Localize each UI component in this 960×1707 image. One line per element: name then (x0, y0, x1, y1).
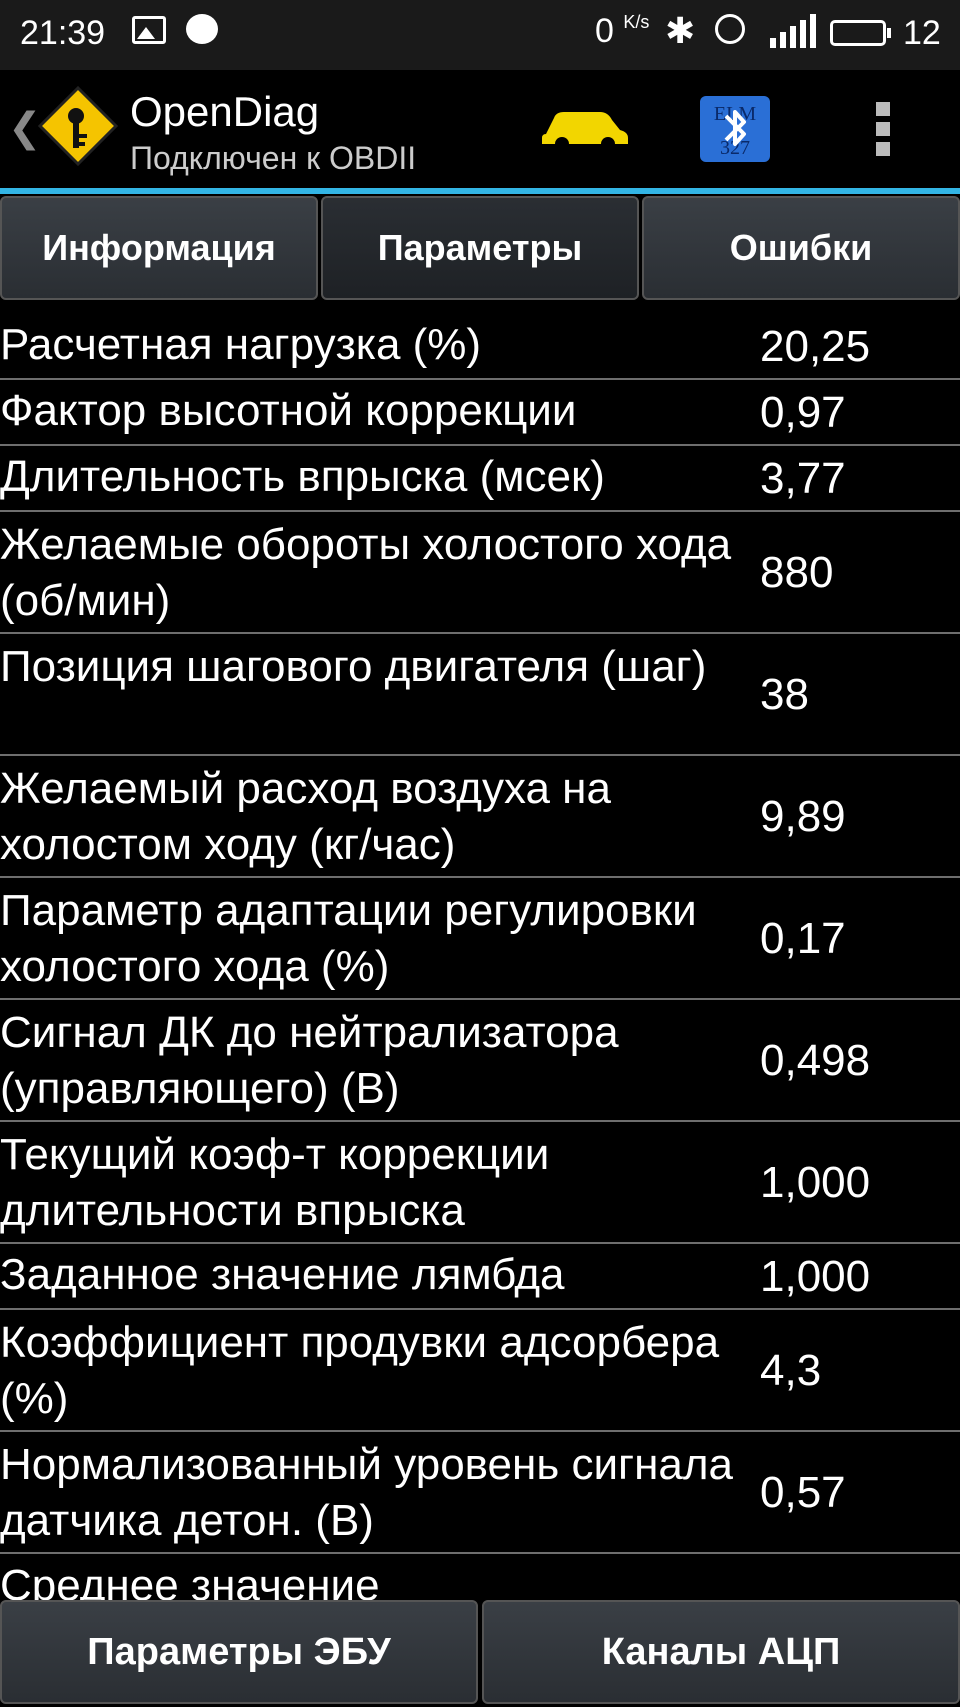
car-icon[interactable] (540, 104, 630, 152)
list-item[interactable]: Позиция шагового двигателя (шаг) 38 (0, 634, 960, 756)
list-item[interactable]: Текущий коэф-т коррекции длительности вп… (0, 1122, 960, 1244)
parameter-value: 0,57 (760, 1468, 846, 1517)
parameter-value: 9,89 (760, 792, 846, 841)
list-item[interactable]: Длительность впрыска (мсек) 3,77 (0, 446, 960, 512)
parameter-name: Текущий коэф-т коррекции длительности вп… (0, 1130, 550, 1235)
list-item[interactable]: Фактор высотной коррекции 0,97 (0, 380, 960, 446)
signal-icon (770, 14, 816, 48)
tab-bar: Информация Параметры Ошибки (0, 194, 960, 304)
tab-information[interactable]: Информация (0, 196, 318, 300)
overflow-menu-icon[interactable] (876, 102, 892, 162)
parameter-name: Желаемый расход воздуха на холостом ходу… (0, 764, 611, 869)
network-speed-unit: K/s (623, 12, 650, 32)
parameter-list[interactable]: Расчетная нагрузка (%) 20,25 Фактор высо… (0, 314, 960, 1600)
parameter-value: 0,97 (760, 388, 846, 437)
battery-icon (830, 20, 891, 46)
tab-parameters[interactable]: Параметры (321, 196, 639, 300)
parameter-name: Коэффициент продувки адсорбера (%) (0, 1318, 720, 1423)
battery-percent: 12 (903, 14, 941, 52)
parameter-value: 4,3 (760, 1346, 822, 1395)
parameter-name: Фактор высотной коррекции (0, 386, 577, 435)
parameter-value: 1,000 (760, 1252, 871, 1301)
back-chevron-icon[interactable]: ❮ (8, 105, 42, 151)
list-item[interactable]: Параметр адаптации регулировки холостого… (0, 878, 960, 1000)
list-item[interactable]: Коэффициент продувки адсорбера (%) 4,3 (0, 1310, 960, 1432)
parameter-name: Параметр адаптации регулировки холостого… (0, 886, 697, 991)
list-item[interactable]: Среднее значение (0, 1554, 960, 1600)
bottom-bar: Параметры ЭБУ Каналы АЦП (0, 1598, 960, 1707)
tab-errors[interactable]: Ошибки (642, 196, 960, 300)
status-time: 21:39 (20, 14, 106, 52)
bluetooth-elm327-icon[interactable]: ELM 327 (698, 94, 772, 164)
parameter-name: Среднее значение (0, 1561, 380, 1600)
adc-channels-button[interactable]: Каналы АЦП (482, 1600, 960, 1704)
parameter-value: 20,25 (760, 322, 871, 371)
list-item[interactable]: Желаемые обороты холостого хода (об/мин)… (0, 512, 960, 634)
image-icon (132, 16, 166, 44)
action-bar: ❮ OpenDiag Подключен к OBDII ELM 327 (0, 70, 960, 194)
list-item[interactable]: Желаемый расход воздуха на холостом ходу… (0, 756, 960, 878)
parameter-value: 0,17 (760, 914, 846, 963)
parameter-value: 0,498 (760, 1036, 871, 1085)
list-item[interactable]: Заданное значение лямбда 1,000 (0, 1244, 960, 1310)
network-speed: 0 K/s (595, 12, 649, 51)
parameter-name: Желаемые обороты холостого хода (об/мин) (0, 520, 732, 625)
parameter-name: Расчетная нагрузка (%) (0, 320, 482, 369)
list-item[interactable]: Сигнал ДК до нейтрализатора (управляющег… (0, 1000, 960, 1122)
app-title: OpenDiag (130, 88, 320, 135)
list-item[interactable]: Нормализованный уровень сигнала датчика … (0, 1432, 960, 1554)
parameter-value: 880 (760, 548, 834, 597)
viber-icon (186, 14, 218, 44)
parameter-name: Сигнал ДК до нейтрализатора (управляющег… (0, 1008, 619, 1113)
parameter-name: Позиция шагового двигателя (шаг) (0, 642, 707, 691)
alarm-icon (715, 14, 745, 44)
bluetooth-icon: ✱ (665, 10, 696, 51)
parameter-value: 38 (760, 670, 809, 719)
parameter-name: Нормализованный уровень сигнала датчика … (0, 1440, 734, 1545)
parameter-name: Заданное значение лямбда (0, 1250, 565, 1299)
list-item[interactable]: Расчетная нагрузка (%) 20,25 (0, 314, 960, 380)
status-bar: 21:39 0 K/s ✱ 12 (0, 0, 960, 70)
app-logo-icon[interactable] (38, 86, 118, 166)
network-speed-value: 0 (595, 12, 614, 50)
parameter-name: Длительность впрыска (мсек) (0, 452, 605, 501)
parameter-value: 1,000 (760, 1158, 871, 1207)
connection-status: Подключен к OBDII (130, 140, 417, 176)
parameter-value: 3,77 (760, 454, 846, 503)
ecu-parameters-button[interactable]: Параметры ЭБУ (0, 1600, 478, 1704)
